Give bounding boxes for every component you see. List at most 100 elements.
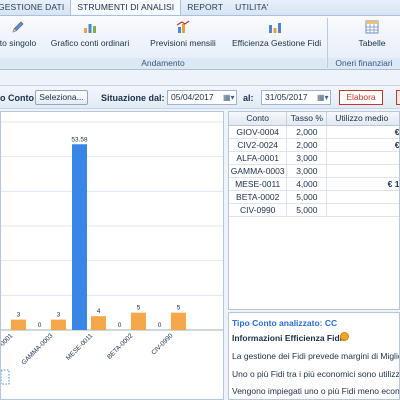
bar-orange xyxy=(171,312,186,330)
tab-report[interactable]: REPORT xyxy=(181,0,229,15)
cell-tasso: 2,000 xyxy=(286,138,328,152)
cell-tasso: 2,000 xyxy=(286,125,328,139)
ribbon: to singolo Grafico conti ordinari Previs… xyxy=(0,16,400,70)
date-to-value: 31/05/2017 xyxy=(265,92,308,102)
column-header-utilizzo[interactable]: Utilizzo medio xyxy=(326,112,399,126)
seleziona-button[interactable]: Seleziona... xyxy=(35,90,88,105)
group-oneri-finanziari: Oneri finanziari xyxy=(328,58,400,69)
data-label: 0 xyxy=(1,322,2,329)
bar-orange xyxy=(131,312,146,330)
cell-tasso: 4,000 xyxy=(286,177,328,191)
cell-conto: CIV2-0024 xyxy=(229,138,288,152)
data-label: 5 xyxy=(137,305,141,312)
status-indicator-icon xyxy=(340,332,349,341)
cell-utilizzo: € 0 xyxy=(326,164,399,178)
cell-tasso: 5,000 xyxy=(286,203,328,217)
x-tick-label: CIV-0990 xyxy=(150,332,174,356)
situazione-label: Situazione dal: xyxy=(101,93,165,103)
data-label: 0 xyxy=(118,322,122,329)
data-label: 5 xyxy=(177,305,181,312)
chart-panel: 0 3 ALFA-0001 0 3 GAMMA-0003 53.58 4 MESE-0011 0 5… xyxy=(0,111,224,400)
al-label: al: xyxy=(243,93,254,103)
cell-conto: GAMMA-0003 xyxy=(229,164,288,178)
data-label: 3 xyxy=(17,312,21,319)
bar-chart: 0 3 ALFA-0001 0 3 GAMMA-0003 53.58 4 MESE-0011 0 5… xyxy=(0,121,223,385)
column-header-conto[interactable]: Conto xyxy=(229,112,288,126)
efficiency-chart-icon xyxy=(269,23,281,33)
filter-bar: o Conto Seleziona... Situazione dal: 05/… xyxy=(0,85,400,109)
cell-utilizzo: € 1.339 xyxy=(326,177,399,191)
tabelle-label: Tabelle xyxy=(358,38,386,48)
grafico-conti-ordinari-button[interactable]: Grafico conti ordinari xyxy=(50,18,130,58)
table-row[interactable]: CIV2-00242,000€ 600 xyxy=(229,138,399,152)
x-tick-label: MESE-0011 xyxy=(65,332,95,362)
cell-utilizzo: € 600 xyxy=(326,138,399,152)
cell-tasso: 3,000 xyxy=(286,151,328,165)
cell-tasso: 5,000 xyxy=(286,190,328,204)
data-label: 0 xyxy=(158,322,162,329)
cell-conto: ALFA-0001 xyxy=(229,151,288,165)
calendar-icon[interactable]: ▦▾ xyxy=(223,92,235,103)
info-panel: Tipo Conto analizzato: CC Informazioni E… xyxy=(228,312,400,400)
info-line: La gestione dei Fidi prevede margini di … xyxy=(232,351,399,361)
conti-table: Conto Tasso % Utilizzo medio GIOV-0004 2,… xyxy=(228,111,400,310)
conto-singolo-label: to singolo xyxy=(0,38,37,48)
efficienza-gestione-fidi-button[interactable]: Efficienza Gestione Fidi xyxy=(232,18,322,58)
table-header-row: Conto Tasso % Utilizzo medio xyxy=(229,112,399,126)
selection-marker xyxy=(0,369,10,385)
cell-conto: GIOV-0004 xyxy=(229,125,288,139)
cell-utilizzo: € 0 xyxy=(326,203,399,217)
table-row[interactable]: GIOV-00042,000€ 655 xyxy=(229,125,399,139)
tab-strumenti-di-analisi[interactable]: STRUMENTI DI ANALISI xyxy=(70,0,182,15)
date-to-picker[interactable]: 31/05/2017 ▦▾ xyxy=(261,90,331,105)
table-row[interactable]: BETA-00025,000€ 0 xyxy=(229,190,399,204)
table-row[interactable]: MESE-00114,000€ 1.339 xyxy=(229,177,399,191)
grafico-conti-ordinari-label: Grafico conti ordinari xyxy=(50,38,130,48)
table-icon xyxy=(365,20,379,34)
forecast-icon xyxy=(176,20,190,33)
previsioni-mensili-button[interactable]: Previsioni mensili xyxy=(150,18,216,58)
table-row[interactable]: CIV-09905,000€ 0 xyxy=(229,203,399,217)
column-header-tasso[interactable]: Tasso % xyxy=(286,112,328,126)
ribbon-tabs: GESTIONE DATI STRUMENTI DI ANALISI REPOR… xyxy=(0,0,400,16)
x-tick-label: BETA-0002 xyxy=(106,332,135,361)
bar-orange xyxy=(91,316,106,330)
table-row[interactable]: ALFA-00013,000€ 0 xyxy=(229,151,399,165)
cell-tasso: 3,000 xyxy=(286,164,328,178)
x-tick-label: ALFA-0001 xyxy=(1,332,15,360)
elabora-button[interactable]: Elabora xyxy=(339,90,383,105)
date-from-picker[interactable]: 05/04/2017 ▦▾ xyxy=(167,90,237,105)
bar-blue xyxy=(72,144,87,330)
pencil-icon xyxy=(12,21,24,33)
date-from-value: 05/04/2017 xyxy=(171,92,214,102)
conto-label: o Conto xyxy=(0,93,34,103)
cell-utilizzo: € 0 xyxy=(326,151,399,165)
info-heading: Informazioni Efficienza Fidi: xyxy=(232,333,345,343)
exit-button[interactable] xyxy=(396,90,400,105)
x-tick-label: GAMMA-0003 xyxy=(20,332,54,366)
cell-utilizzo: € 655 xyxy=(326,125,399,139)
data-label: 53.58 xyxy=(71,136,88,143)
calendar-icon[interactable]: ▦▾ xyxy=(317,92,329,103)
cell-conto: MESE-0011 xyxy=(229,177,288,191)
tab-utilita[interactable]: UTILITA' xyxy=(229,0,274,15)
info-line: Uno o più Fidi tra i più economici sono … xyxy=(232,369,400,379)
data-label: 3 xyxy=(57,312,61,319)
info-line: Vengono impiegati uno o più Fidi meno ec… xyxy=(232,386,400,396)
data-label: 4 xyxy=(97,308,101,315)
data-label: 0 xyxy=(38,322,42,329)
cell-conto: CIV-0990 xyxy=(229,203,288,217)
tab-gestione-dati[interactable]: GESTIONE DATI xyxy=(0,0,70,15)
efficienza-gestione-fidi-label: Efficienza Gestione Fidi xyxy=(232,38,322,48)
tabelle-button[interactable]: Tabelle xyxy=(352,18,392,58)
bar-orange xyxy=(51,319,66,330)
conto-singolo-button[interactable]: to singolo xyxy=(0,18,40,58)
previsioni-mensili-label: Previsioni mensili xyxy=(150,38,216,48)
cell-conto: BETA-0002 xyxy=(229,190,288,204)
chart-icon xyxy=(84,24,96,33)
cell-utilizzo: € 0 xyxy=(326,190,399,204)
tipo-conto-title: Tipo Conto analizzato: CC xyxy=(232,318,338,328)
group-andamento: Andamento xyxy=(0,58,326,69)
bar-orange xyxy=(11,319,26,330)
table-row[interactable]: GAMMA-00033,000€ 0 xyxy=(229,164,399,178)
